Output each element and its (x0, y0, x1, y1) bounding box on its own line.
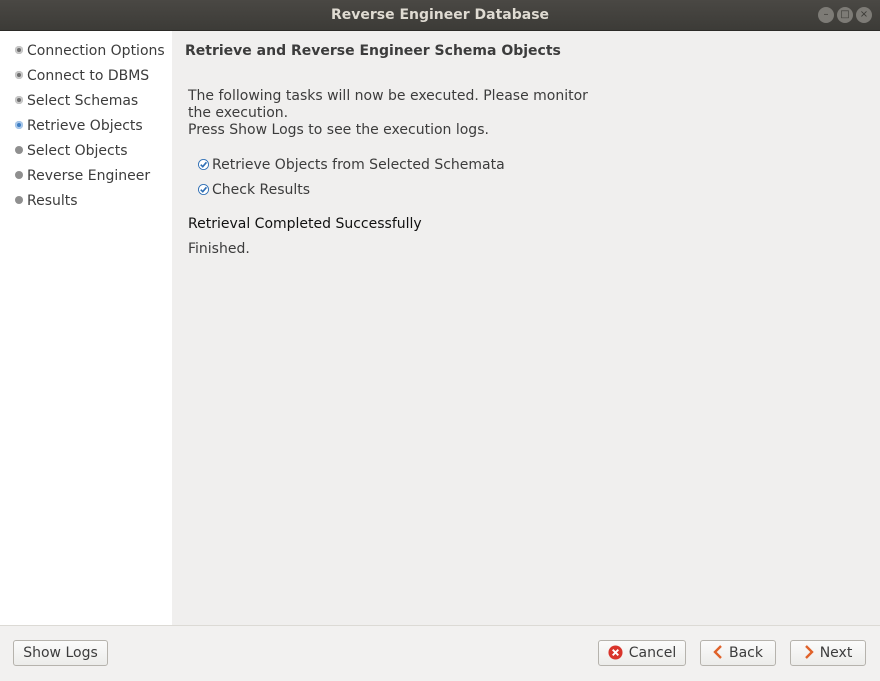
cancel-icon (608, 644, 623, 660)
step-done-icon (15, 46, 23, 54)
main-content: Retrieve and Reverse Engineer Schema Obj… (172, 31, 880, 625)
wizard-steps-sidebar: Connection Options Connect to DBMS Selec… (0, 31, 172, 625)
step-pending-icon (15, 146, 23, 154)
step-done-icon (15, 71, 23, 79)
next-button[interactable]: Next (790, 640, 866, 666)
finished-message: Finished. (188, 241, 250, 257)
step-select-objects: Select Objects (15, 142, 128, 160)
checkmark-icon (198, 183, 209, 195)
task-check-results: Check Results (198, 181, 310, 199)
step-pending-icon (15, 171, 23, 179)
chevron-left-icon (713, 645, 722, 659)
show-logs-button[interactable]: Show Logs (13, 640, 108, 666)
title-bar: Reverse Engineer Database – □ × (0, 0, 880, 31)
close-icon[interactable]: × (856, 7, 872, 23)
description: The following tasks will now be executed… (188, 88, 588, 138)
cancel-button[interactable]: Cancel (598, 640, 686, 666)
footer-bar: Show Logs Cancel Back Next (0, 625, 880, 681)
window-title: Reverse Engineer Database (330, 7, 550, 23)
step-done-icon (15, 96, 23, 104)
page-title: Retrieve and Reverse Engineer Schema Obj… (185, 43, 561, 59)
step-current-icon (15, 121, 23, 129)
step-select-schemas: Select Schemas (15, 92, 138, 110)
minimize-icon[interactable]: – (818, 7, 834, 23)
status-message: Retrieval Completed Successfully (188, 216, 422, 232)
task-retrieve-objects: Retrieve Objects from Selected Schemata (198, 156, 505, 174)
chevron-right-icon (804, 645, 814, 659)
step-connect-to-dbms: Connect to DBMS (15, 67, 149, 85)
step-reverse-engineer: Reverse Engineer (15, 167, 150, 185)
checkmark-icon (198, 158, 209, 170)
maximize-icon[interactable]: □ (837, 7, 853, 23)
step-pending-icon (15, 196, 23, 204)
back-button[interactable]: Back (700, 640, 776, 666)
step-retrieve-objects: Retrieve Objects (15, 117, 143, 135)
step-results: Results (15, 192, 78, 210)
step-connection-options: Connection Options (15, 42, 165, 60)
